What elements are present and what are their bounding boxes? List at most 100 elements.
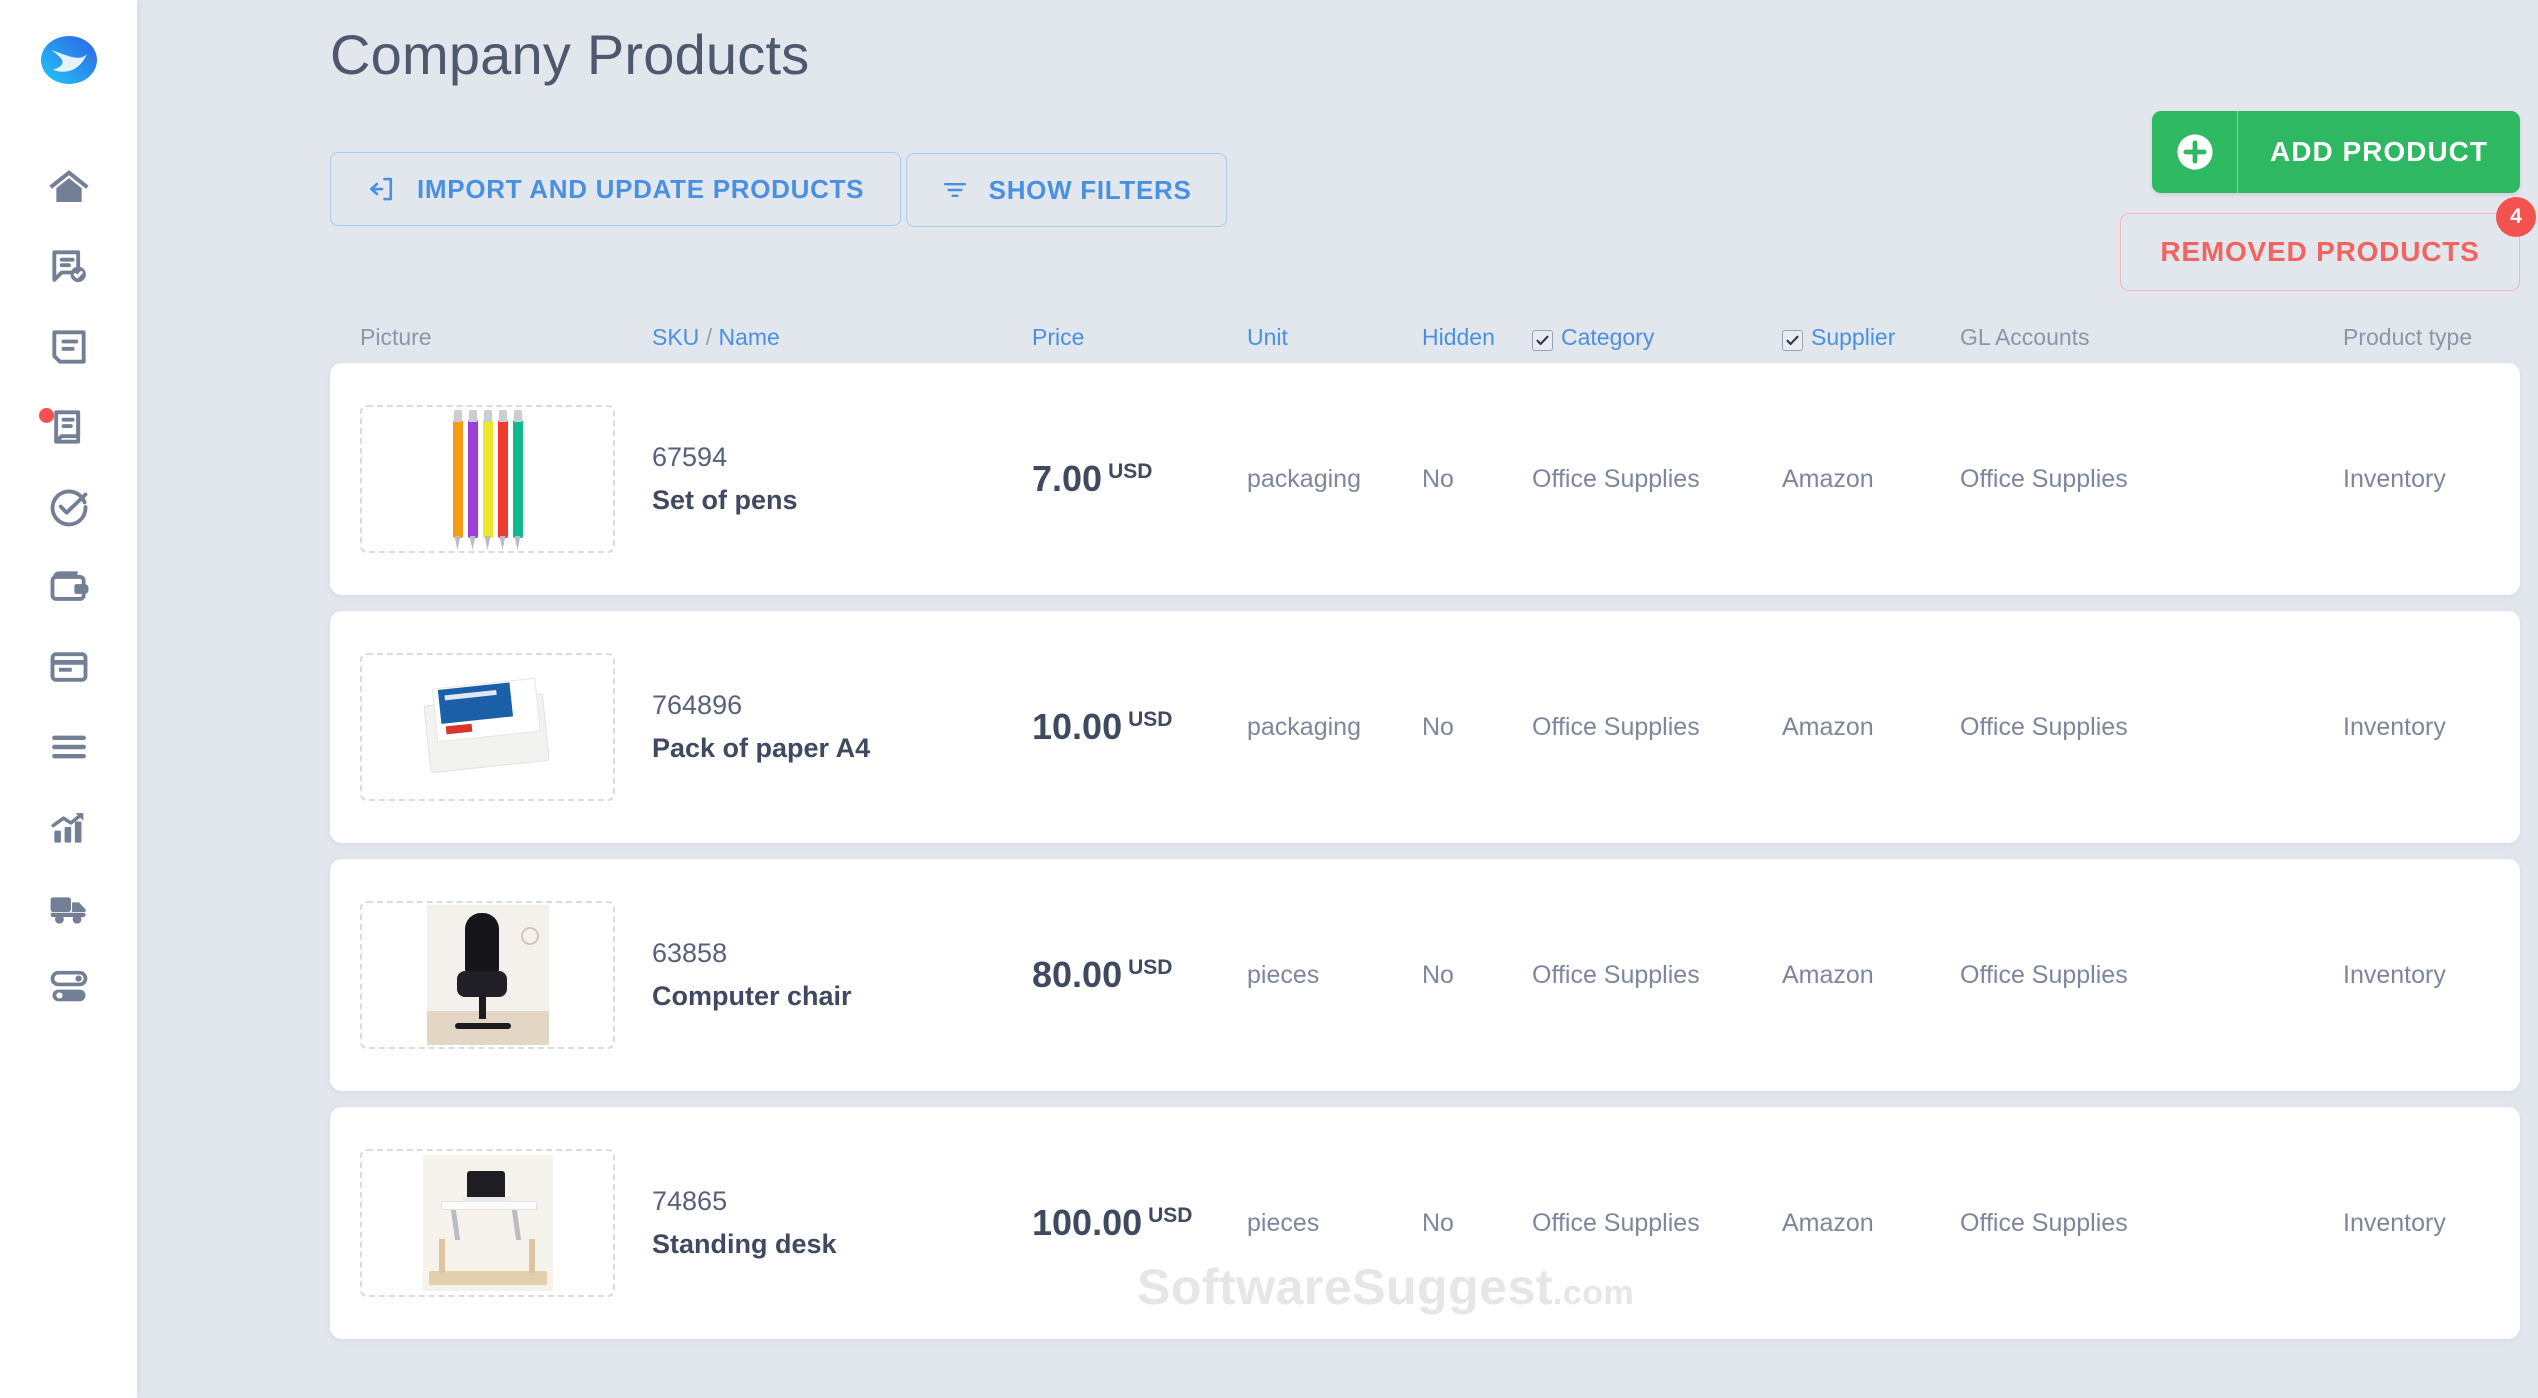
product-gl-account: Office Supplies xyxy=(1960,1209,2343,1238)
product-price-cell: 80.00 USD xyxy=(1032,954,1247,996)
product-supplier: Amazon xyxy=(1782,961,1960,990)
paper-pack-thumbnail[interactable] xyxy=(360,653,615,801)
header-gl-accounts: GL Accounts xyxy=(1960,324,2343,351)
sidebar-item-menu[interactable] xyxy=(0,716,137,778)
header-sku[interactable]: SKU xyxy=(652,324,699,350)
products-table: Picture SKU / Name Price Unit Hidden Cat… xyxy=(330,311,2520,1339)
notification-dot xyxy=(39,408,54,423)
supplier-checkbox[interactable] xyxy=(1782,330,1803,351)
table-row[interactable]: 74865 Standing desk 100.00USD pieces No … xyxy=(330,1107,2520,1339)
header-hidden[interactable]: Hidden xyxy=(1422,324,1532,351)
sidebar-item-documents[interactable] xyxy=(0,316,137,378)
right-actions: ADD PRODUCT REMOVED PRODUCTS 4 xyxy=(2120,111,2520,291)
show-filters-button[interactable]: SHOW FILTERS xyxy=(906,153,1227,227)
product-hidden: No xyxy=(1422,1209,1532,1238)
sidebar-item-settings[interactable] xyxy=(0,956,137,1018)
sidebar-item-invoices[interactable] xyxy=(0,396,137,458)
app-root: Company Products IMPORT AND UPDATE PRODU… xyxy=(0,0,2538,1398)
product-sku: 74865 xyxy=(652,1186,1032,1217)
product-currency: USD xyxy=(1148,1204,1192,1227)
table-row[interactable]: 67594 Set of pens 7.00USD packaging No O… xyxy=(330,363,2520,595)
header-picture: Picture xyxy=(360,324,652,351)
header-name[interactable]: Name xyxy=(718,324,779,350)
product-gl-account: Office Supplies xyxy=(1960,465,2343,494)
category-checkbox[interactable] xyxy=(1532,330,1553,351)
page-title: Company Products xyxy=(330,22,2538,87)
product-identity-cell: 63858 Computer chair xyxy=(652,938,1032,1012)
product-type: Inventory xyxy=(2343,961,2538,990)
product-supplier: Amazon xyxy=(1782,1209,1960,1238)
product-name: Pack of paper A4 xyxy=(652,733,1032,764)
header-supplier[interactable]: Supplier xyxy=(1811,324,1895,350)
product-supplier: Amazon xyxy=(1782,713,1960,742)
product-hidden: No xyxy=(1422,713,1532,742)
standing-desk-thumbnail[interactable] xyxy=(360,1149,615,1297)
product-currency: USD xyxy=(1128,708,1172,731)
header-separator: / xyxy=(706,324,712,350)
product-identity-cell: 67594 Set of pens xyxy=(652,442,1032,516)
removed-products-count-badge: 4 xyxy=(2496,197,2536,237)
filter-icon xyxy=(941,176,969,204)
add-product-button[interactable]: ADD PRODUCT xyxy=(2152,111,2520,193)
product-supplier: Amazon xyxy=(1782,465,1960,494)
product-currency: USD xyxy=(1128,956,1172,979)
header-category[interactable]: Category xyxy=(1561,324,1654,350)
sidebar-item-reports[interactable] xyxy=(0,796,137,858)
product-category: Office Supplies xyxy=(1532,713,1782,742)
product-price-cell: 10.00 USD xyxy=(1032,706,1247,748)
product-category: Office Supplies xyxy=(1532,961,1782,990)
product-hidden: No xyxy=(1422,961,1532,990)
sidebar-item-tasks[interactable] xyxy=(0,476,137,538)
product-picture-cell xyxy=(360,1127,652,1319)
main-content: Company Products IMPORT AND UPDATE PRODU… xyxy=(137,0,2538,1398)
sidebar-nav xyxy=(0,156,137,1018)
product-name: Set of pens xyxy=(652,485,1032,516)
product-price-cell: 7.00USD xyxy=(1032,458,1247,500)
product-price: 100.00 xyxy=(1032,1202,1142,1243)
product-sku: 764896 xyxy=(652,690,1032,721)
sidebar xyxy=(0,0,137,1398)
import-button-label: IMPORT AND UPDATE PRODUCTS xyxy=(417,174,864,205)
sidebar-item-cards[interactable] xyxy=(0,636,137,698)
product-gl-account: Office Supplies xyxy=(1960,713,2343,742)
product-price: 10.00 xyxy=(1032,706,1122,747)
sidebar-item-payments[interactable] xyxy=(0,556,137,618)
removed-products-wrapper: REMOVED PRODUCTS 4 xyxy=(2120,213,2520,291)
product-unit: pieces xyxy=(1247,961,1422,990)
product-sku: 67594 xyxy=(652,442,1032,473)
product-unit: packaging xyxy=(1247,465,1422,494)
removed-products-button[interactable]: REMOVED PRODUCTS xyxy=(2120,213,2520,291)
table-row[interactable]: 764896 Pack of paper A4 10.00 USD packagi… xyxy=(330,611,2520,843)
header-unit[interactable]: Unit xyxy=(1247,324,1422,351)
product-gl-account: Office Supplies xyxy=(1960,961,2343,990)
product-type: Inventory xyxy=(2343,1209,2538,1238)
product-currency: USD xyxy=(1108,460,1152,483)
product-sku: 63858 xyxy=(652,938,1032,969)
plus-circle-icon xyxy=(2152,111,2238,193)
computer-chair-thumbnail[interactable] xyxy=(360,901,615,1049)
header-supplier-wrap: Supplier xyxy=(1782,324,1960,351)
product-type: Inventory xyxy=(2343,713,2538,742)
product-price: 80.00 xyxy=(1032,954,1122,995)
import-and-update-products-button[interactable]: IMPORT AND UPDATE PRODUCTS xyxy=(330,152,901,226)
product-hidden: No xyxy=(1422,465,1532,494)
product-category: Office Supplies xyxy=(1532,465,1782,494)
table-header-row: Picture SKU / Name Price Unit Hidden Cat… xyxy=(330,311,2520,363)
sidebar-item-home[interactable] xyxy=(0,156,137,218)
app-logo[interactable] xyxy=(39,30,99,90)
set-of-pens-thumbnail[interactable] xyxy=(360,405,615,553)
product-category: Office Supplies xyxy=(1532,1209,1782,1238)
product-name: Standing desk xyxy=(652,1229,1032,1260)
header-category-wrap: Category xyxy=(1532,324,1782,351)
header-price[interactable]: Price xyxy=(1032,324,1247,351)
product-unit: packaging xyxy=(1247,713,1422,742)
table-row[interactable]: 63858 Computer chair 80.00USD pieces No … xyxy=(330,859,2520,1091)
sidebar-item-shipping[interactable] xyxy=(0,876,137,938)
product-picture-cell xyxy=(360,879,652,1071)
toolbar: IMPORT AND UPDATE PRODUCTS SHOW FILTERS xyxy=(330,111,2538,311)
add-product-label: ADD PRODUCT xyxy=(2238,136,2520,168)
header-product-type: Product type xyxy=(2343,324,2538,351)
product-name: Computer chair xyxy=(652,981,1032,1012)
sidebar-item-approvals[interactable] xyxy=(0,236,137,298)
product-picture-cell xyxy=(360,631,652,823)
